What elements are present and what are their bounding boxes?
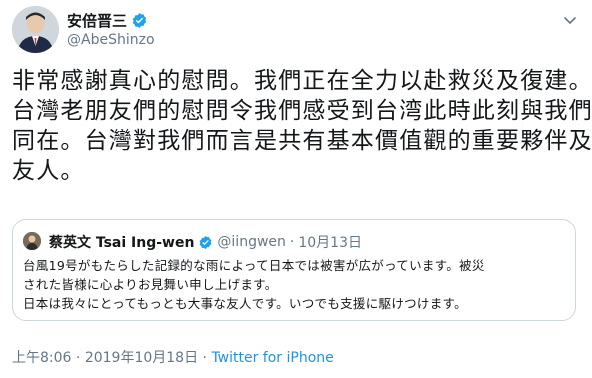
quoted-tweet-text: 台風19号がもたらした記録的な雨によって日本では被害が広がっています。被災 され… — [23, 256, 563, 313]
quoted-tweet-date: 10月13日 — [298, 235, 362, 251]
chevron-down-icon[interactable] — [562, 12, 578, 28]
verified-badge-icon — [131, 12, 148, 29]
tweet-date[interactable]: 2019年10月18日 — [85, 350, 198, 366]
author-handle[interactable]: @AbeShinzo — [67, 32, 155, 48]
quoted-text-line: 台風19号がもたらした記録的な雨によって日本では被害が広がっています。被災 — [23, 258, 485, 273]
verified-badge-icon — [198, 235, 213, 250]
author-display-name[interactable]: 安倍晋三 — [67, 10, 127, 31]
tweet-metadata: 上午8:06 · 2019年10月18日 · Twitter for iPhon… — [12, 347, 334, 367]
tweet-text: 非常感謝真心的慰問。我們正在全力以赴救災及復建。 台灣老朋友們的慰問令我們感受到… — [12, 66, 592, 186]
quoted-text-line: された皆様に心よりお見舞い申し上げます。 — [23, 277, 278, 292]
quoted-author-handle: @iingwen — [217, 234, 286, 250]
quoted-text-line: 日本は我々にとってもっとも大事な友人です。いつでも支援に駆けつけます。 — [23, 296, 467, 311]
author-display-name-row[interactable]: 安倍晋三 — [67, 10, 148, 31]
meta-separator: · — [71, 350, 85, 366]
tweet-text-line: 同在。台灣對我們而言是共有基本價值觀的重要夥伴及 — [12, 128, 592, 154]
separator-dot: · — [289, 234, 295, 250]
tweet-text-line: 台灣老朋友們的慰問令我們感受到台湾此時此刻與我們 — [12, 98, 592, 124]
tweet-text-line: 友人。 — [12, 158, 85, 184]
meta-separator: · — [198, 350, 212, 366]
quoted-author-avatar — [23, 232, 41, 250]
quoted-tweet-card[interactable]: 蔡英文 Tsai Ing-wen @iingwen · 10月13日 台風19号… — [12, 219, 576, 321]
quoted-tweet-header: 蔡英文 Tsai Ing-wen @iingwen · 10月13日 — [49, 232, 362, 252]
tweet-time[interactable]: 上午8:06 — [12, 350, 71, 366]
tweet-source-link[interactable]: Twitter for iPhone — [211, 350, 333, 366]
author-avatar[interactable] — [12, 6, 59, 53]
quoted-author-name: 蔡英文 Tsai Ing-wen — [49, 235, 195, 251]
tweet-text-line: 非常感謝真心的慰問。我們正在全力以赴救災及復建。 — [12, 68, 592, 94]
